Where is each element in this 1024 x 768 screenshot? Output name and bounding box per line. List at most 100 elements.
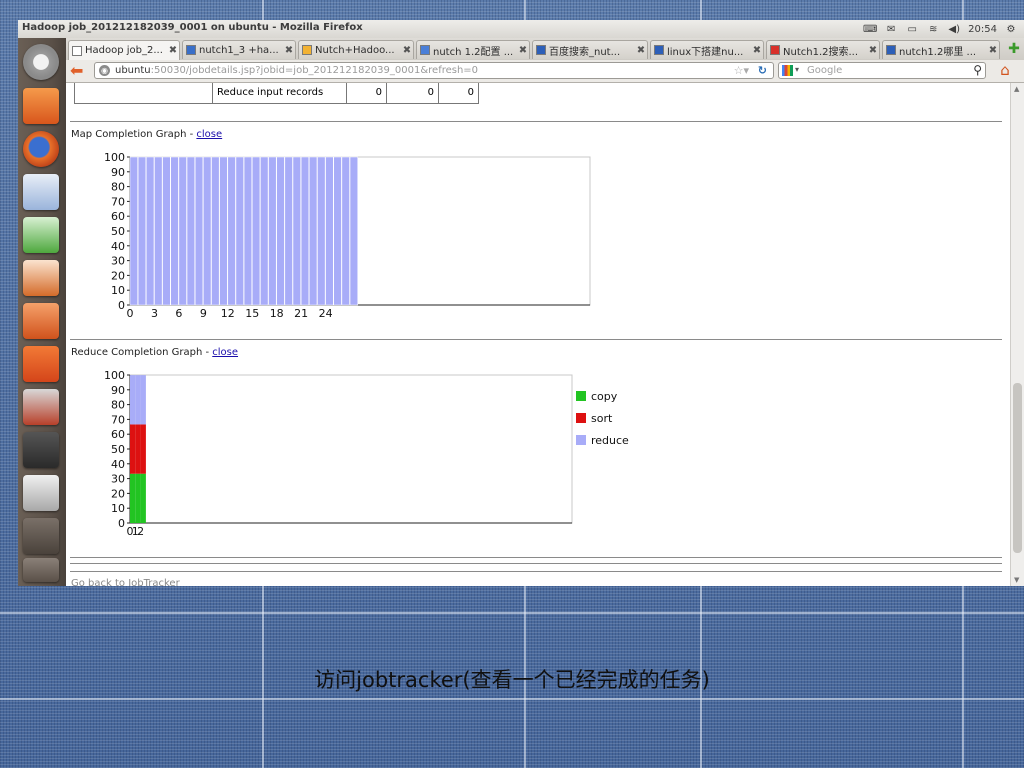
tab[interactable]: Hadoop job_2... ✖ [68, 40, 180, 60]
back-button[interactable]: ⬅ [70, 63, 88, 79]
y-tick-label: 20 [111, 487, 125, 500]
address-bar[interactable]: ◉ ubuntu:50030/jobdetails.jsp?jobid=job_… [94, 62, 774, 79]
text-editor-icon[interactable] [23, 475, 59, 511]
address-path: :50030/jobdetails.jsp?jobid=job_20121218… [150, 65, 479, 76]
page-content: Reduce input records 0 0 0 Map Completio… [66, 83, 1010, 586]
writer-icon[interactable] [23, 174, 59, 210]
tab[interactable]: linux下搭建nu... ✖ [650, 40, 764, 59]
x-tick-label: 9 [200, 307, 207, 320]
clock[interactable]: 20:54 [968, 24, 997, 35]
home-folder-icon[interactable] [23, 88, 59, 124]
y-tick-label: 80 [111, 181, 125, 194]
tab-label: nutch 1.2配置 ... [433, 46, 514, 58]
bar [178, 156, 187, 306]
terminal-icon[interactable] [23, 432, 59, 468]
site-identity-icon[interactable]: ◉ [99, 65, 110, 76]
workspace-switcher-icon[interactable] [23, 518, 59, 554]
dash-home-icon[interactable] [23, 44, 59, 80]
volume-icon[interactable]: ◀) [947, 24, 961, 35]
page-icon [302, 45, 312, 55]
y-tick-label: 50 [111, 225, 125, 238]
tab-label: linux下搭建nu... [667, 46, 744, 58]
bar-segment-copy [130, 473, 136, 523]
bar [243, 156, 253, 306]
new-tab-button[interactable]: ✚ [1006, 41, 1022, 57]
map-graph-title: Map Completion Graph - close [71, 129, 222, 140]
bar [300, 156, 310, 306]
background-seam [0, 698, 1024, 700]
bar [309, 156, 318, 306]
close-tab-icon[interactable]: ✖ [283, 45, 295, 56]
battery-icon[interactable]: ▭ [905, 24, 919, 35]
counter-map-value: 0 [346, 83, 387, 104]
close-tab-icon[interactable]: ✖ [751, 45, 763, 56]
bar-segment-sort [135, 424, 141, 474]
firefox-icon[interactable] [23, 131, 59, 167]
map-graph-close-link[interactable]: close [196, 129, 222, 140]
tab[interactable]: nutch1.2哪里 ... ✖ [882, 40, 1000, 59]
legend-swatch [576, 435, 586, 445]
software-center-icon[interactable] [23, 303, 59, 339]
unity-launcher [18, 38, 67, 586]
chevron-down-icon[interactable]: ▾ [795, 65, 799, 74]
reduce-graph-title: Reduce Completion Graph - close [71, 347, 238, 358]
y-tick-label: 70 [111, 413, 125, 426]
calc-icon[interactable] [23, 217, 59, 253]
page-icon [186, 45, 196, 55]
reload-icon[interactable]: ↻ [758, 64, 767, 77]
close-tab-icon[interactable]: ✖ [867, 45, 879, 56]
close-tab-icon[interactable]: ✖ [401, 45, 413, 56]
tab[interactable]: nutch 1.2配置 ... ✖ [416, 40, 530, 59]
ubuntu-one-icon[interactable] [23, 346, 59, 382]
bar [349, 156, 358, 306]
tab[interactable]: Nutch+Hadoo... ✖ [298, 40, 414, 59]
tab[interactable]: Nutch1.2搜索... ✖ [766, 40, 880, 59]
gear-icon[interactable]: ⚙ [1004, 24, 1018, 35]
tab[interactable]: nutch1_3 +ha... ✖ [182, 40, 296, 59]
impress-icon[interactable] [23, 260, 59, 296]
keyboard-icon[interactable]: ⌨ [863, 24, 877, 35]
bar [146, 156, 155, 306]
wifi-icon[interactable]: ≋ [926, 24, 940, 35]
search-bar[interactable]: ▾ Google ⚲ [778, 62, 986, 79]
search-icon[interactable]: ⚲ [973, 63, 982, 77]
bar [292, 156, 301, 306]
back-to-jobtracker-link[interactable]: Go back to JobTracker [71, 578, 180, 586]
close-tab-icon[interactable]: ✖ [517, 45, 529, 56]
page-icon [770, 45, 780, 55]
tab[interactable]: 百度搜索_nut... ✖ [532, 40, 648, 59]
bookmark-star-icon[interactable]: ☆▾ [734, 64, 749, 77]
mail-icon[interactable]: ✉ [884, 24, 898, 35]
bar [227, 156, 236, 306]
scroll-up-icon[interactable]: ▲ [1014, 85, 1019, 93]
navigation-bar: ⬅ ◉ ubuntu:50030/jobdetails.jsp?jobid=jo… [66, 60, 1024, 83]
trash-icon[interactable] [23, 558, 59, 582]
bar-segment-sort [140, 424, 146, 474]
close-tab-icon[interactable]: ✖ [987, 45, 999, 56]
system-settings-icon[interactable] [23, 389, 59, 425]
vertical-scrollbar[interactable]: ▲ ▼ [1010, 83, 1024, 586]
bar [129, 156, 138, 306]
slide-background: { "window": { "title": "Hadoop job_20121… [0, 0, 1024, 768]
close-tab-icon[interactable]: ✖ [635, 45, 647, 56]
search-engine-icon[interactable] [782, 65, 793, 76]
y-tick-label: 50 [111, 443, 125, 456]
y-tick-label: 100 [104, 369, 125, 382]
y-tick-label: 0 [118, 517, 125, 530]
tab-label: Nutch+Hadoo... [315, 44, 395, 56]
close-tab-icon[interactable]: ✖ [167, 45, 179, 56]
tab-label: Hadoop job_2... [85, 45, 163, 56]
scrollbar-thumb[interactable] [1013, 383, 1022, 553]
home-button[interactable]: ⌂ [996, 62, 1014, 79]
reduce-graph-close-link[interactable]: close [212, 347, 238, 358]
bar-segment-copy [135, 473, 141, 523]
window-title: Hadoop job_201212182039_0001 on ubuntu -… [22, 22, 363, 33]
bar [203, 156, 212, 306]
firefox-window: Hadoop job_2... ✖ nutch1_3 +ha... ✖ Nutc… [66, 38, 1024, 586]
bar [284, 156, 293, 306]
address-text[interactable]: ubuntu:50030/jobdetails.jsp?jobid=job_20… [115, 65, 478, 76]
window-title-bar: Hadoop job_201212182039_0001 on ubuntu -… [18, 20, 1024, 39]
bar [276, 156, 285, 306]
divider [70, 571, 1002, 572]
scroll-down-icon[interactable]: ▼ [1014, 576, 1019, 584]
